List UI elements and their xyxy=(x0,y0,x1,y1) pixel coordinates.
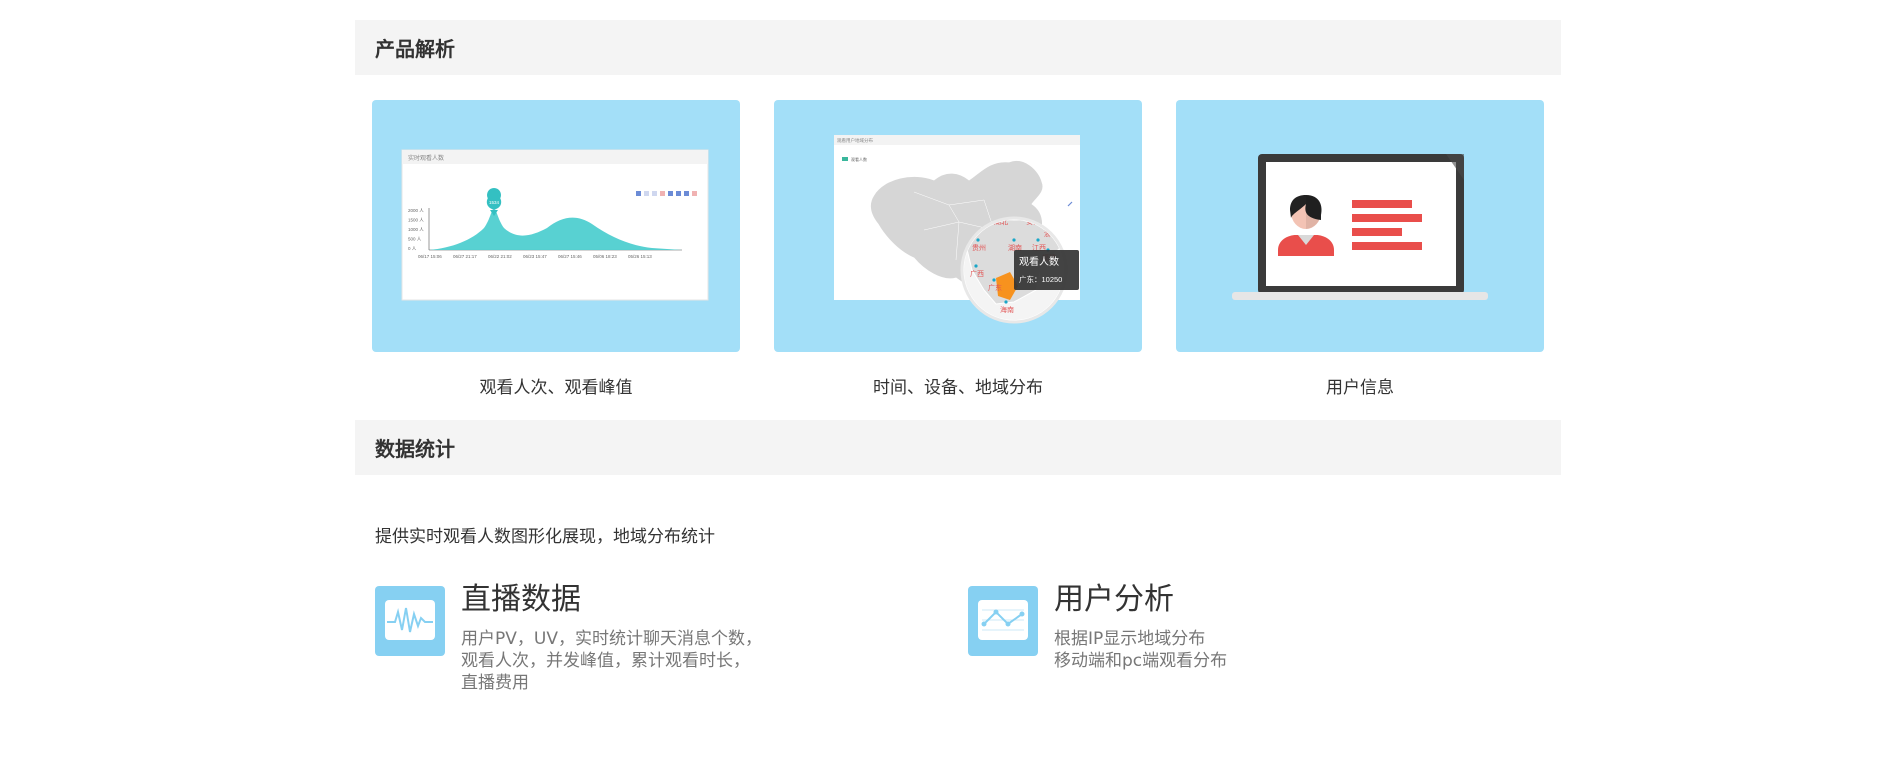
section-title: 产品解析 xyxy=(375,37,455,61)
chart-panel-title: 实时观看人数 xyxy=(408,154,444,162)
tool-icon xyxy=(660,191,665,196)
product-card-userinfo[interactable]: 用户信息 xyxy=(1176,100,1544,400)
line-graph-icon xyxy=(968,586,1038,656)
y-tick-label: 2000 人 xyxy=(408,208,424,213)
province-marker xyxy=(976,238,980,242)
feature-list: 直播数据 用户PV，UV，实时统计聊天消息个数， 观看人次，并发峰值，累计观看时… xyxy=(355,549,1561,694)
section-header-stats: 数据统计 xyxy=(355,420,1561,475)
province-marker xyxy=(1004,300,1008,304)
laptop-screen xyxy=(1266,162,1456,286)
x-tick-label: 06/27 21:17 xyxy=(453,254,477,259)
x-tick-label: 05/06 18:23 xyxy=(593,254,617,259)
tool-icon xyxy=(644,191,649,196)
region-map-illustration: 观看用户地域分布 观看人数 湖北 贵州 湖南 江西 广西 广东 海南 观看人数 … xyxy=(774,100,1142,352)
tool-icon xyxy=(668,191,673,196)
stats-intro-text: 提供实时观看人数图形化展现，地域分布统计 xyxy=(375,527,715,547)
tooltip-title: 观看人数 xyxy=(1019,255,1059,268)
card-caption: 观看人次、观看峰值 xyxy=(479,378,633,398)
province-label: 海南 xyxy=(1000,305,1014,314)
product-cards: 实时观看人数 2000 人 1500 人 1000 人 500 人 0 人 06/17 … xyxy=(355,75,1561,400)
region-map-svg: 观看用户地域分布 观看人数 湖北贵州 湖南 江西广西广东海南 观看人数 广东：1… xyxy=(834,135,1080,324)
province-marker xyxy=(1012,238,1016,242)
tool-icon xyxy=(636,191,641,196)
card-caption: 时间、设备、地域分布 xyxy=(873,378,1043,398)
x-tick-label: 06/27 15:46 xyxy=(558,254,582,259)
map-legend-label: 观看人数 xyxy=(851,156,867,162)
tool-icon xyxy=(684,191,689,196)
viewers-chart-svg: 实时观看人数 2000 人 1500 人 1000 人 500 人 0 人 06/17 … xyxy=(401,149,709,301)
province-label: 广西 xyxy=(970,269,984,278)
province-marker xyxy=(992,278,996,282)
feature-description: 根据IP显示地域分布 移动端和pc端观看分布 xyxy=(1054,629,1228,671)
x-tick-label: 06/23 15:47 xyxy=(523,254,547,259)
y-tick-label: 1500 人 xyxy=(408,218,424,223)
x-tick-label: 06/22 21:02 xyxy=(488,254,512,259)
section-header-product: 产品解析 xyxy=(355,20,1561,75)
feature-live-data: 直播数据 用户PV，UV，实时统计聊天消息个数， 观看人次，并发峰值，累计观看时… xyxy=(375,582,968,694)
pulse-chart-icon xyxy=(375,586,445,656)
feature-description: 用户PV，UV，实时统计聊天消息个数， 观看人次，并发峰值，累计观看时长， 直播… xyxy=(461,629,762,693)
laptop-svg xyxy=(1232,154,1488,300)
y-tick-label: 0 人 xyxy=(408,246,417,251)
province-marker xyxy=(1036,238,1040,242)
product-card-distribution[interactable]: 观看用户地域分布 观看人数 湖北 贵州 湖南 江西 广西 广东 海南 观看人数 … xyxy=(774,100,1142,400)
product-card-viewers[interactable]: 实时观看人数 2000 人 1500 人 1000 人 500 人 0 人 06/17 … xyxy=(372,100,740,400)
feature-user-analysis: 用户分析 根据IP显示地域分布 移动端和pc端观看分布 xyxy=(968,582,1561,694)
province-label: 贵州 xyxy=(972,243,986,252)
y-tick-label: 500 人 xyxy=(408,237,422,242)
section-title: 数据统计 xyxy=(375,437,455,461)
feature-title: 直播数据 xyxy=(461,582,581,617)
tooltip-value: 广东：10250 xyxy=(1019,274,1062,284)
laptop-profile-illustration xyxy=(1176,100,1544,352)
province-label: 广东 xyxy=(988,283,1002,292)
peak-label: 1534 xyxy=(489,200,500,205)
laptop-base xyxy=(1232,292,1488,300)
map-panel-title: 观看用户地域分布 xyxy=(837,137,873,144)
y-tick-label: 1000 人 xyxy=(408,227,424,232)
tool-icon xyxy=(692,191,697,196)
feature-title: 用户分析 xyxy=(1054,582,1174,617)
province-marker xyxy=(974,264,978,268)
tool-icon xyxy=(652,191,657,196)
map-tooltip xyxy=(1014,250,1079,290)
card-caption: 用户信息 xyxy=(1326,378,1394,398)
x-tick-label: 05/26 15:13 xyxy=(628,254,652,259)
page-container: 产品解析 实时观看人数 2000 人 1500 人 1000 人 500 人 0… xyxy=(355,20,1561,694)
tool-icon xyxy=(676,191,681,196)
x-tick-label: 06/17 15:06 xyxy=(418,254,442,259)
viewers-chart-illustration: 实时观看人数 2000 人 1500 人 1000 人 500 人 0 人 06/17 … xyxy=(372,100,740,352)
